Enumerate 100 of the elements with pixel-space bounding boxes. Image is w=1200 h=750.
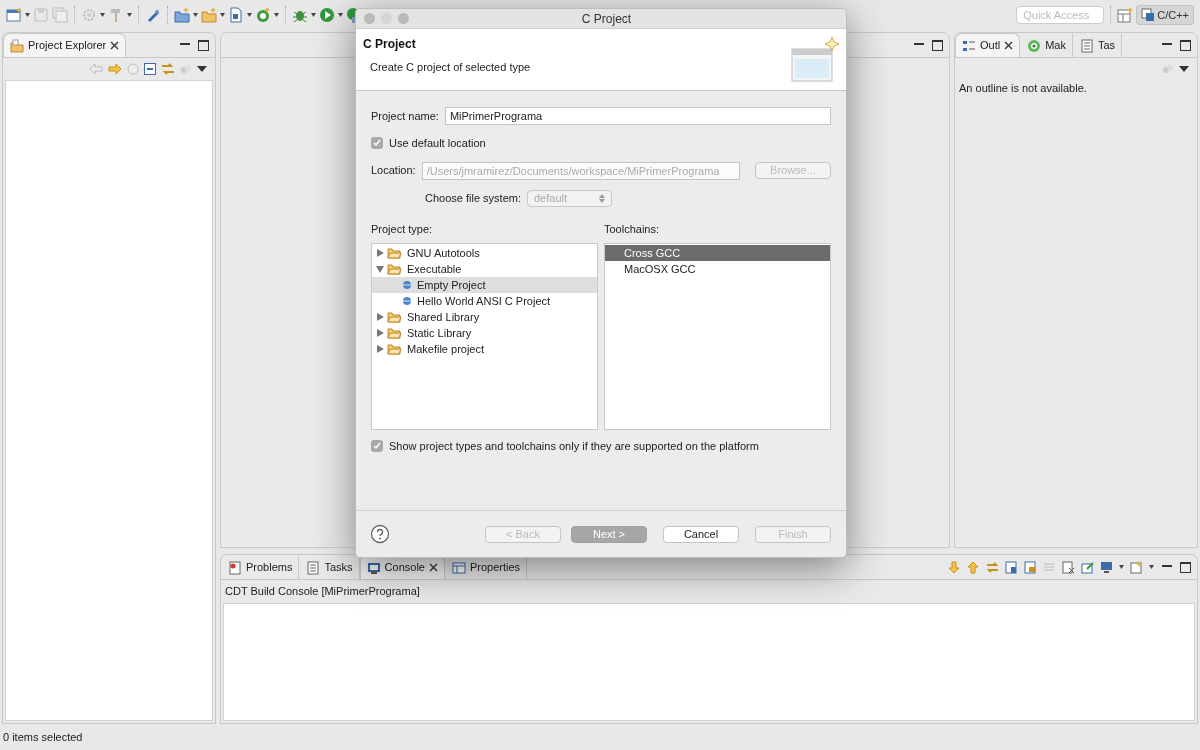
tree-label: Hello World ANSI C Project xyxy=(417,293,551,309)
field-label: Project name: xyxy=(371,108,439,124)
view-menu-icon[interactable] xyxy=(197,66,207,72)
list-item[interactable]: Cross GCC xyxy=(605,245,830,261)
caret-icon[interactable] xyxy=(193,13,198,17)
close-icon[interactable] xyxy=(1004,41,1014,50)
clear-icon[interactable] xyxy=(1062,560,1075,574)
tree-item[interactable]: Executable xyxy=(372,261,597,277)
caret-icon[interactable] xyxy=(311,13,316,17)
page-title: C Project xyxy=(363,36,417,53)
bullet-icon xyxy=(402,280,412,290)
caret-icon[interactable] xyxy=(25,13,30,17)
updown-icon xyxy=(599,193,605,203)
tab-label: Outl xyxy=(980,38,1001,54)
folder-icon xyxy=(387,263,402,275)
class-icon[interactable] xyxy=(255,7,271,23)
maximize-icon[interactable] xyxy=(1180,561,1191,573)
tab-label: Problems xyxy=(246,560,293,576)
folder-icon xyxy=(10,38,24,53)
field-label: Toolchains: xyxy=(604,221,660,237)
panel-tab[interactable]: Tas xyxy=(1072,33,1123,57)
panel-tab[interactable]: Problems xyxy=(221,555,300,579)
caret-icon[interactable] xyxy=(1119,565,1124,569)
maximize-icon[interactable] xyxy=(198,39,209,51)
monitor-icon xyxy=(366,560,381,575)
filter-icon xyxy=(1162,63,1174,75)
tree-item[interactable]: Makefile project xyxy=(372,341,597,357)
caret-icon[interactable] xyxy=(247,13,252,17)
outline-icon xyxy=(962,38,976,53)
expand-arrow-icon[interactable] xyxy=(375,249,384,257)
link-icon[interactable] xyxy=(986,560,999,574)
project-name-field[interactable]: MiPrimerPrograma xyxy=(444,107,831,125)
help-icon[interactable] xyxy=(370,524,390,544)
clipboard-icon xyxy=(306,560,321,575)
quick-access-field[interactable]: Quick Access xyxy=(1016,6,1105,24)
forward-arrow-icon[interactable] xyxy=(108,63,122,75)
list-item[interactable]: MacOSX GCC xyxy=(605,261,830,277)
wizard-icon xyxy=(790,35,840,85)
new-window-icon[interactable] xyxy=(6,7,22,23)
caret-icon[interactable] xyxy=(338,13,343,17)
close-icon[interactable] xyxy=(428,563,438,572)
tree-item[interactable]: GNU Autotools xyxy=(372,245,597,261)
page-icon[interactable] xyxy=(1005,560,1018,574)
file-icon[interactable] xyxy=(228,7,244,23)
panel-tab[interactable]: Mak xyxy=(1020,33,1073,57)
field-label: Project type: xyxy=(371,221,433,237)
table-icon xyxy=(451,560,466,575)
monitor-icon[interactable] xyxy=(1100,560,1113,574)
clipboard-icon xyxy=(1079,38,1094,53)
tree-label: Static Library xyxy=(407,325,472,341)
collapse-arrow-icon[interactable] xyxy=(375,265,384,273)
tree-item[interactable]: Hello World ANSI C Project xyxy=(372,293,597,309)
tree-label: Empty Project xyxy=(417,277,486,293)
caret-icon[interactable] xyxy=(127,13,132,17)
perspective-button[interactable]: C/C++ xyxy=(1136,4,1194,26)
status-text: 0 items selected xyxy=(3,729,83,745)
play-icon[interactable] xyxy=(319,7,335,23)
console-title: CDT Build Console [MiPrimerPrograma] xyxy=(224,584,421,599)
field-label: Location: xyxy=(371,163,416,179)
link-icon[interactable] xyxy=(161,62,175,76)
panel-tab[interactable]: Tasks xyxy=(299,555,360,579)
page-description: Create C project of selected type xyxy=(370,60,532,75)
panel-tab[interactable]: Outl xyxy=(955,33,1021,57)
tab-label: Tasks xyxy=(324,560,353,576)
tree-label: Shared Library xyxy=(407,309,480,325)
checkbox-label: Use default location xyxy=(389,136,486,151)
view-menu-icon[interactable] xyxy=(1179,66,1189,72)
caret-icon[interactable] xyxy=(220,13,225,17)
tree-item[interactable]: Empty Project xyxy=(372,277,597,293)
checkbox[interactable] xyxy=(371,137,383,150)
panel-tab[interactable]: Project Explorer xyxy=(3,33,127,57)
caret-icon[interactable] xyxy=(1149,565,1154,569)
down-arrow-icon[interactable] xyxy=(948,560,961,574)
checkbox[interactable] xyxy=(371,440,383,453)
tab-label: Project Explorer xyxy=(28,38,107,54)
window-icon[interactable] xyxy=(1117,7,1134,23)
tree-label: Executable xyxy=(407,261,462,277)
dialog-button[interactable]: Cancel xyxy=(663,525,739,543)
collapse-icon[interactable] xyxy=(144,63,156,75)
close-icon[interactable] xyxy=(110,41,120,50)
maximize-icon[interactable] xyxy=(932,39,943,51)
tab-label: Console xyxy=(384,560,425,576)
filter-icon xyxy=(180,63,192,75)
maximize-icon[interactable] xyxy=(1180,39,1191,51)
window-icon[interactable] xyxy=(1130,560,1143,574)
up-arrow-icon[interactable] xyxy=(967,560,980,574)
target-icon xyxy=(1027,38,1042,53)
window-title: C Project xyxy=(580,10,633,28)
checkbox-label: Show project types and toolchains only if they are supported on the platform xyxy=(389,439,759,454)
folder-icon xyxy=(387,343,402,355)
caret-icon[interactable] xyxy=(274,13,279,17)
perspective-icon xyxy=(1141,8,1156,22)
caret-icon[interactable] xyxy=(100,13,105,17)
folder-icon xyxy=(387,327,402,339)
tree-item[interactable]: Static Library xyxy=(372,325,597,341)
tree-item[interactable]: Shared Library xyxy=(372,309,597,325)
tab-label: Tas xyxy=(1097,38,1116,54)
tree-label: Makefile project xyxy=(407,341,485,357)
tab-label: Properties xyxy=(469,560,521,576)
bullet-icon xyxy=(402,296,412,306)
